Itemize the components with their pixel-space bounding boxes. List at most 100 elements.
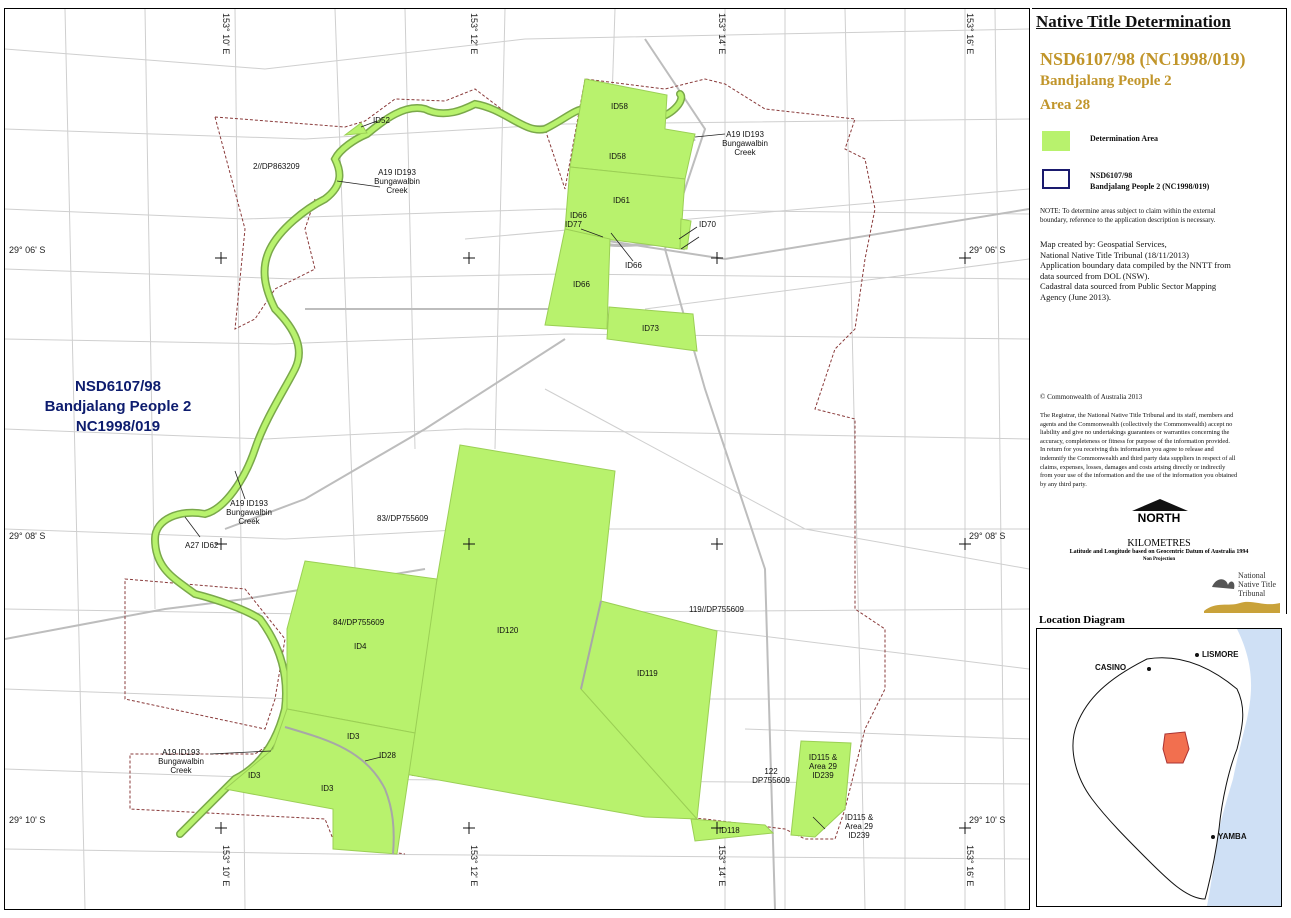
location-diagram[interactable]: CASINO LISMORE YAMBA bbox=[1036, 628, 1282, 907]
label-id77: ID77 bbox=[565, 220, 582, 229]
claim-label-line2: Bandjalang People 2 bbox=[44, 398, 192, 415]
claim-legend-line1: NSD6107/98 bbox=[1090, 171, 1133, 180]
label-id120: ID120 bbox=[497, 626, 519, 635]
credit-line5: Cadastral data sourced from Public Secto… bbox=[1040, 281, 1217, 292]
nntt-logo-text: National Native Title Tribunal bbox=[1238, 571, 1276, 598]
label-lot122b: DP755609 bbox=[752, 776, 790, 785]
label-creek-c1: A19 ID193 bbox=[230, 499, 268, 508]
location-map-canvas bbox=[1072, 629, 1281, 906]
label-id66c: ID66 bbox=[573, 280, 590, 289]
parcel-id70[interactable] bbox=[679, 218, 692, 250]
lon-bottom-4: 153° 16' E bbox=[965, 845, 975, 887]
label-id115a1: ID115 & bbox=[808, 753, 838, 762]
claim-name: Bandjalang People 2 bbox=[1040, 73, 1172, 89]
map-sheet: 153° 10' E 153° 12' E 153° 14' E 153° 16… bbox=[0, 0, 1291, 918]
label-id73: ID73 bbox=[642, 324, 659, 333]
label-creek-a3: Creek bbox=[386, 186, 408, 195]
map-panel[interactable]: 153° 10' E 153° 12' E 153° 14' E 153° 16… bbox=[4, 8, 1030, 910]
lon-bottom-3: 153° 14' E bbox=[717, 845, 727, 887]
label-id119: ID119 bbox=[637, 669, 658, 678]
disclaimer: The Registrar, the National Native Title… bbox=[1040, 412, 1276, 489]
town-yamba: YAMBA bbox=[1218, 832, 1247, 841]
label-id61: ID61 bbox=[613, 196, 630, 205]
label-creek-a2: Bungawalbin bbox=[374, 177, 420, 186]
claim-label-line3: NC1998/019 bbox=[75, 418, 161, 435]
label-lot83: 83//DP755609 bbox=[377, 514, 429, 523]
map-canvas[interactable] bbox=[5, 9, 1029, 909]
label-creek-d2: Bungawalbin bbox=[158, 757, 204, 766]
credit-line3: Application boundary data compiled by th… bbox=[1040, 260, 1231, 271]
label-id115b1: ID115 & bbox=[844, 813, 874, 822]
label-a27: A27 ID62 bbox=[185, 541, 219, 550]
label-lot2: 2//DP863209 bbox=[253, 162, 300, 171]
north-label: NORTH bbox=[1137, 511, 1181, 525]
lon-top-4: 153° 16' E bbox=[965, 13, 975, 55]
credits: Map created by: Geospatial Services, Nat… bbox=[1040, 239, 1276, 303]
lat-right-2: 29° 08' S bbox=[969, 531, 1006, 541]
datum-note: Latitude and Longitude based on Geocentr… bbox=[1069, 549, 1249, 555]
lon-bottom-2: 153° 12' E bbox=[469, 845, 479, 887]
lat-left-3: 29° 10' S bbox=[9, 815, 46, 825]
label-lot84: 84//DP755609 bbox=[333, 618, 385, 627]
label-id115a3: ID239 bbox=[812, 771, 834, 780]
logo-line1: National bbox=[1238, 571, 1266, 580]
disclaimer-line1: The Registrar, the National Native Title… bbox=[1040, 412, 1234, 419]
label-creek-b1: A19 ID193 bbox=[726, 130, 764, 139]
credit-line1: Map created by: Geospatial Services, bbox=[1040, 239, 1167, 249]
disclaimer-line9: by any third party. bbox=[1040, 480, 1087, 488]
lon-top-1: 153° 10' E bbox=[221, 13, 231, 55]
label-creek-a1: A19 ID193 bbox=[378, 168, 416, 177]
note-line2: boundary, reference to the application d… bbox=[1040, 216, 1216, 224]
disclaimer-line5: In return for you receiving this informa… bbox=[1040, 446, 1214, 454]
claim-legend-line2: Bandjalang People 2 (NC1998/019) bbox=[1090, 182, 1210, 191]
claim-label-line1: NSD6107/98 bbox=[75, 378, 161, 395]
label-lot119: 119//DP755609 bbox=[689, 605, 745, 614]
parcel-id66[interactable] bbox=[544, 228, 611, 330]
parcel-id52[interactable] bbox=[343, 122, 368, 136]
logo-line3: Tribunal bbox=[1238, 589, 1266, 598]
credit-line4: data sourced from DOL (NSW). bbox=[1040, 270, 1150, 281]
label-id115b3: ID239 bbox=[848, 831, 870, 840]
determination-swatch bbox=[1042, 131, 1070, 151]
lon-bottom-1: 153° 10' E bbox=[221, 845, 231, 887]
lat-left-2: 29° 08' S bbox=[9, 531, 46, 541]
disclaimer-line4: accuracy, completeness or fitness for pu… bbox=[1040, 437, 1230, 445]
lat-right-1: 29° 06' S bbox=[969, 245, 1006, 255]
label-creek-d1: A19 ID193 bbox=[162, 748, 200, 757]
label-id3a: ID3 bbox=[347, 732, 360, 741]
lat-right-3: 29° 10' S bbox=[969, 815, 1006, 825]
legend-panel: Native Title Determination NSD6107/98 (N… bbox=[1032, 8, 1287, 614]
determination-legend-label: Determination Area bbox=[1090, 134, 1159, 143]
label-id58b: ID58 bbox=[609, 152, 626, 161]
label-id3c: ID3 bbox=[321, 784, 334, 793]
label-id115b2: Area 29 bbox=[844, 822, 874, 831]
label-id28: ID28 bbox=[379, 751, 396, 760]
copyright: © Commonwealth of Australia 2013 bbox=[1040, 393, 1143, 401]
label-id70: ID70 bbox=[699, 220, 716, 229]
town-lismore: LISMORE bbox=[1202, 650, 1239, 659]
label-id52: ID52 bbox=[373, 116, 390, 125]
claim-boundary-swatch bbox=[1042, 169, 1070, 189]
note: NOTE: To determine areas subject to clai… bbox=[1040, 207, 1276, 225]
lat-left-1: 29° 06' S bbox=[9, 245, 46, 255]
logo-line2: Native Title bbox=[1238, 580, 1277, 589]
town-casino: CASINO bbox=[1095, 663, 1127, 672]
disclaimer-line6: indemnify the Commonwealth and third par… bbox=[1040, 454, 1236, 462]
label-creek-b3: Creek bbox=[734, 148, 756, 157]
disclaimer-line2: agents and the Commonwealth (collectivel… bbox=[1040, 420, 1233, 428]
map-title: Native Title Determination bbox=[1036, 12, 1231, 31]
parcel-id3[interactable] bbox=[223, 708, 416, 855]
location-diagram-title: Location Diagram bbox=[1039, 614, 1125, 626]
credit-line6: Agency (June 2013). bbox=[1040, 291, 1112, 302]
lon-top-3: 153° 14' E bbox=[717, 13, 727, 55]
label-id58a: ID58 bbox=[611, 102, 628, 111]
disclaimer-line3: liability and give no undertakings guara… bbox=[1040, 429, 1230, 437]
label-id4: ID4 bbox=[354, 642, 367, 651]
label-creek-c3: Creek bbox=[238, 517, 260, 526]
disclaimer-line8: from your use of the information and the… bbox=[1040, 472, 1238, 480]
label-id118: ID118 bbox=[719, 826, 740, 835]
projection-note: Non Projection bbox=[1142, 557, 1176, 562]
label-id115a2: Area 29 bbox=[808, 762, 838, 771]
label-creek-d3: Creek bbox=[170, 766, 192, 775]
label-id3b: ID3 bbox=[248, 771, 261, 780]
